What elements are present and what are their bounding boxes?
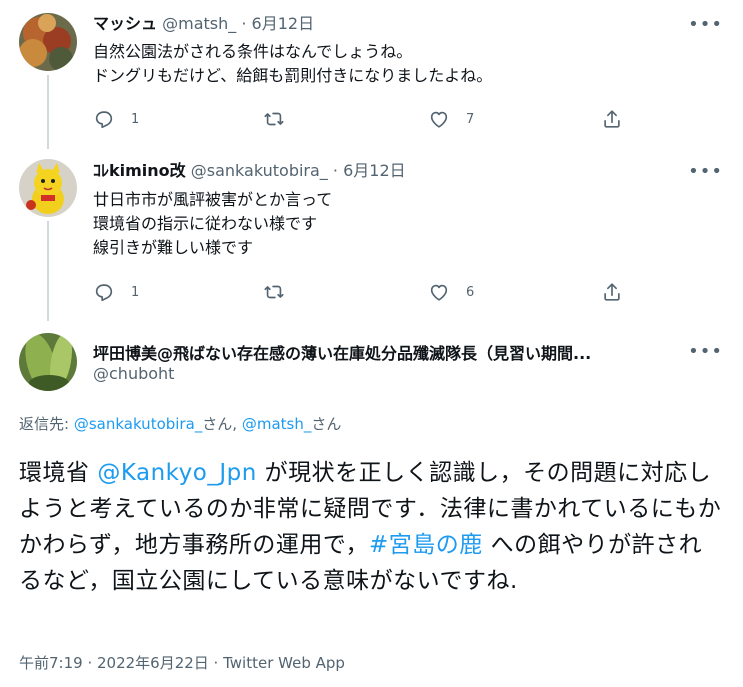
reply-button[interactable]: 1 <box>93 107 139 131</box>
share-button[interactable] <box>601 280 623 304</box>
share-button[interactable] <box>601 107 623 131</box>
hashtag-link[interactable]: #宮島の鹿 <box>369 532 483 558</box>
separator: · <box>241 14 247 33</box>
author-name[interactable]: マッシュ <box>93 14 157 33</box>
avatar[interactable] <box>19 333 77 391</box>
reply-icon <box>95 111 113 129</box>
like-button[interactable]: 6 <box>428 280 474 304</box>
tweet-text: 自然公園法がされる条件はなんでしょうね。 ドングリもだけど、給餌も罰則付きになり… <box>93 42 493 85</box>
replying-to: 返信先: @sankakutobira_さん, @matsh_さん <box>19 413 341 434</box>
retweet-button[interactable] <box>263 107 285 131</box>
reply-button[interactable]: 1 <box>93 280 139 304</box>
retweet-button[interactable] <box>263 280 285 304</box>
author-handle[interactable]: @matsh_ <box>162 14 236 33</box>
avatar[interactable] <box>19 159 77 217</box>
mention-link[interactable]: @Kankyo_Jpn <box>97 460 257 486</box>
action-bar: 1 7 <box>93 107 633 131</box>
mention-link[interactable]: @matsh_ <box>242 415 312 433</box>
author-handle[interactable]: @chuboht <box>93 364 174 383</box>
separator: · <box>332 161 338 180</box>
like-count: 6 <box>466 284 475 300</box>
text-segment: 環境省 <box>19 460 98 486</box>
honorific: さん <box>311 415 342 433</box>
more-icon[interactable]: ••• <box>688 16 723 34</box>
reply-count: 1 <box>131 284 140 300</box>
reply-count: 1 <box>131 111 140 127</box>
more-icon[interactable]: ••• <box>688 343 723 361</box>
more-icon[interactable]: ••• <box>688 163 723 181</box>
tweet-header: マッシュ @matsh_ · 6月12日 <box>93 13 314 35</box>
reply-icon <box>95 284 113 302</box>
like-icon <box>430 111 448 128</box>
retweet-icon <box>264 112 284 126</box>
mention-link[interactable]: @sankakutobira_ <box>74 415 202 433</box>
retweet-icon <box>264 285 284 299</box>
thread-line <box>47 75 49 149</box>
tweet-text: 廿日市市が風評被害がとか言って 環境省の指示に従わない様です 線引きが難しい様で… <box>93 190 333 257</box>
thread-line <box>47 221 49 321</box>
share-icon <box>604 283 620 301</box>
tweet-date[interactable]: 6月12日 <box>252 14 315 33</box>
like-button[interactable]: 7 <box>428 107 474 131</box>
share-icon <box>604 110 620 128</box>
author-name[interactable]: 坪田博美@飛ばない存在感の薄い在庫処分品殲滅隊長（見習い期間... <box>93 340 683 364</box>
like-count: 7 <box>466 111 475 127</box>
tweet-timestamp[interactable]: 午前7:19 · 2022年6月22日 · Twitter Web App <box>19 652 345 673</box>
author-handle[interactable]: @sankakutobira_ <box>191 161 328 180</box>
replying-to-label: 返信先: <box>19 415 74 433</box>
tweet-text: 環境省 @Kankyo_Jpn が現状を正しく認識し，その問題に対応しようと考え… <box>19 455 724 599</box>
tweet-date[interactable]: 6月12日 <box>343 161 406 180</box>
author-name[interactable]: ｺﾚkimino改 <box>93 161 186 180</box>
avatar[interactable] <box>19 13 77 71</box>
action-bar: 1 6 <box>93 280 633 304</box>
like-icon <box>430 284 448 301</box>
tweet-header: ｺﾚkimino改 @sankakutobira_ · 6月12日 <box>93 160 406 182</box>
honorific: さん, <box>202 415 242 433</box>
